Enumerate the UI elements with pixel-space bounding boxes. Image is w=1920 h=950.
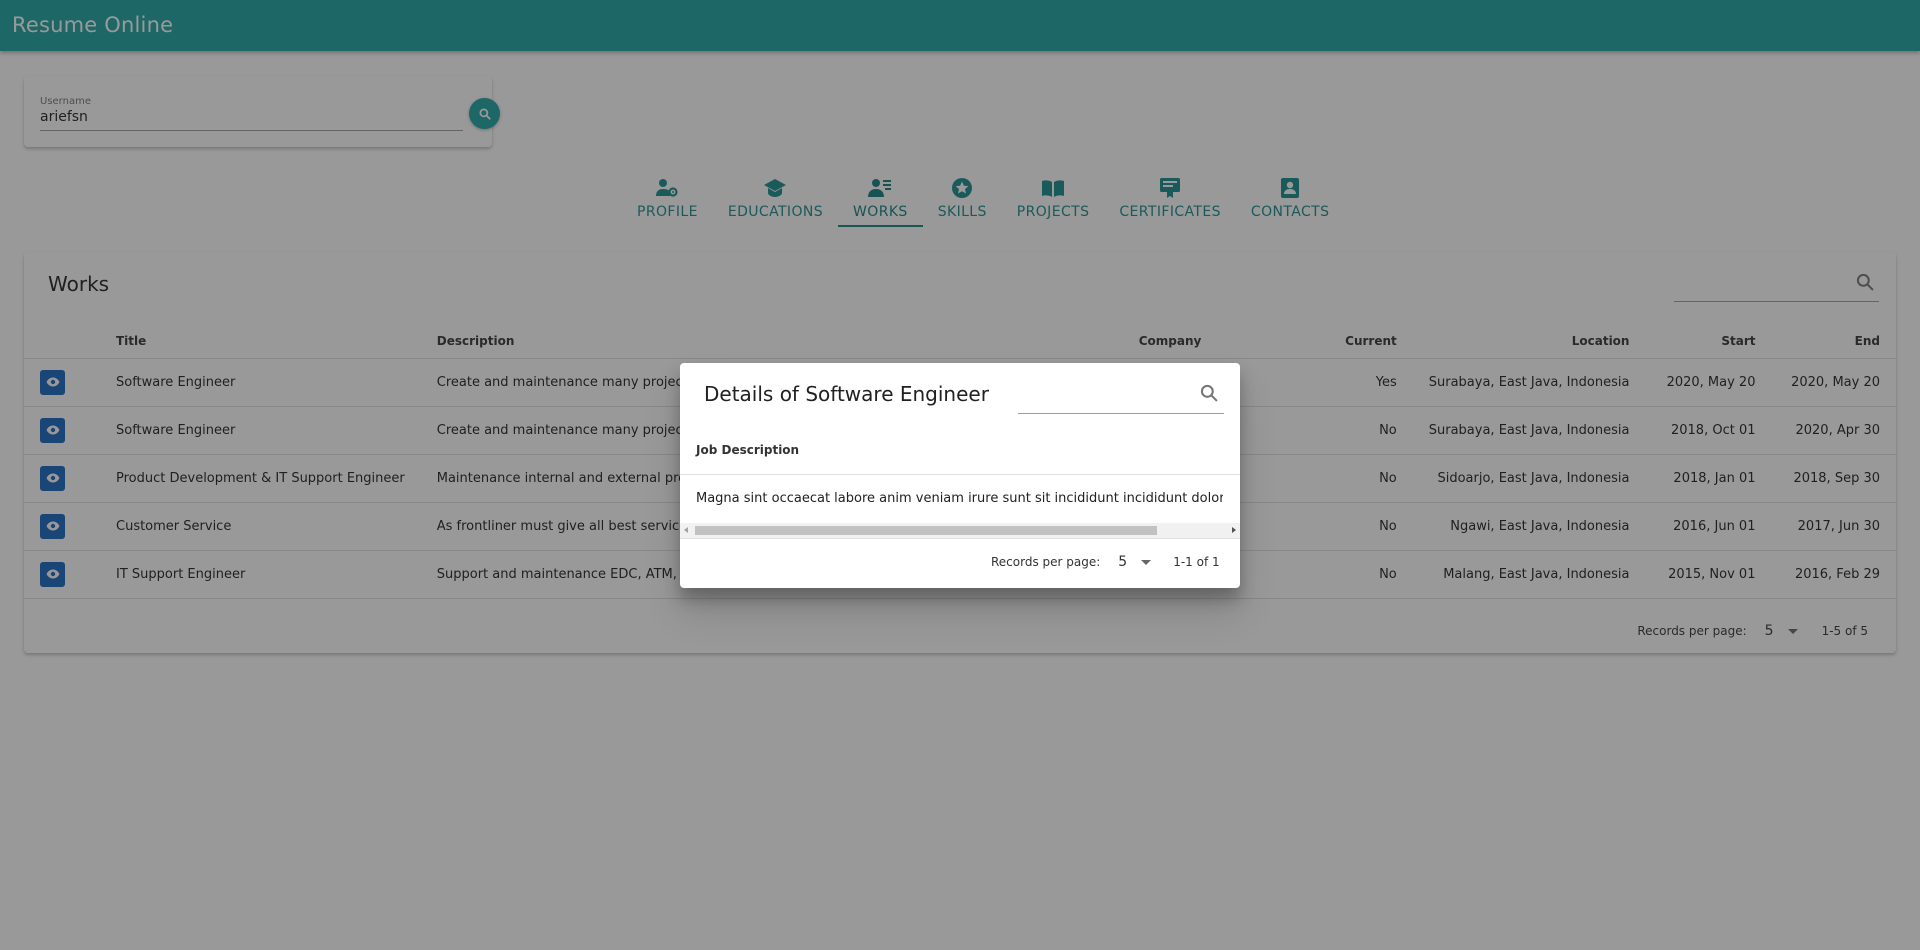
horizontal-scrollbar[interactable] (680, 523, 1240, 538)
dialog-pagination: Records per page: 5 1-1 of 1 (991, 554, 1220, 570)
scroll-left-icon[interactable] (684, 527, 688, 533)
scroll-right-icon[interactable] (1232, 527, 1236, 533)
chevron-down-icon (1141, 559, 1152, 565)
cell-job-description: Magna sint occaecat labore anim veniam i… (696, 491, 1223, 506)
dialog-search-input[interactable] (1018, 413, 1224, 414)
records-per-page-value: 5 (1118, 554, 1128, 570)
search-icon[interactable] (1199, 383, 1219, 407)
divider (680, 474, 1240, 475)
pagination-range: 1-1 of 1 (1173, 555, 1220, 569)
records-per-page-select[interactable]: 5 (1118, 554, 1152, 570)
divider (680, 538, 1240, 539)
scrollbar-thumb[interactable] (695, 526, 1157, 535)
details-dialog: Details of Software Engineer Job Descrip… (680, 363, 1240, 588)
col-job-description[interactable]: Job Description (696, 443, 799, 457)
records-per-page-label: Records per page: (991, 555, 1101, 569)
dialog-title: Details of Software Engineer (704, 382, 989, 406)
